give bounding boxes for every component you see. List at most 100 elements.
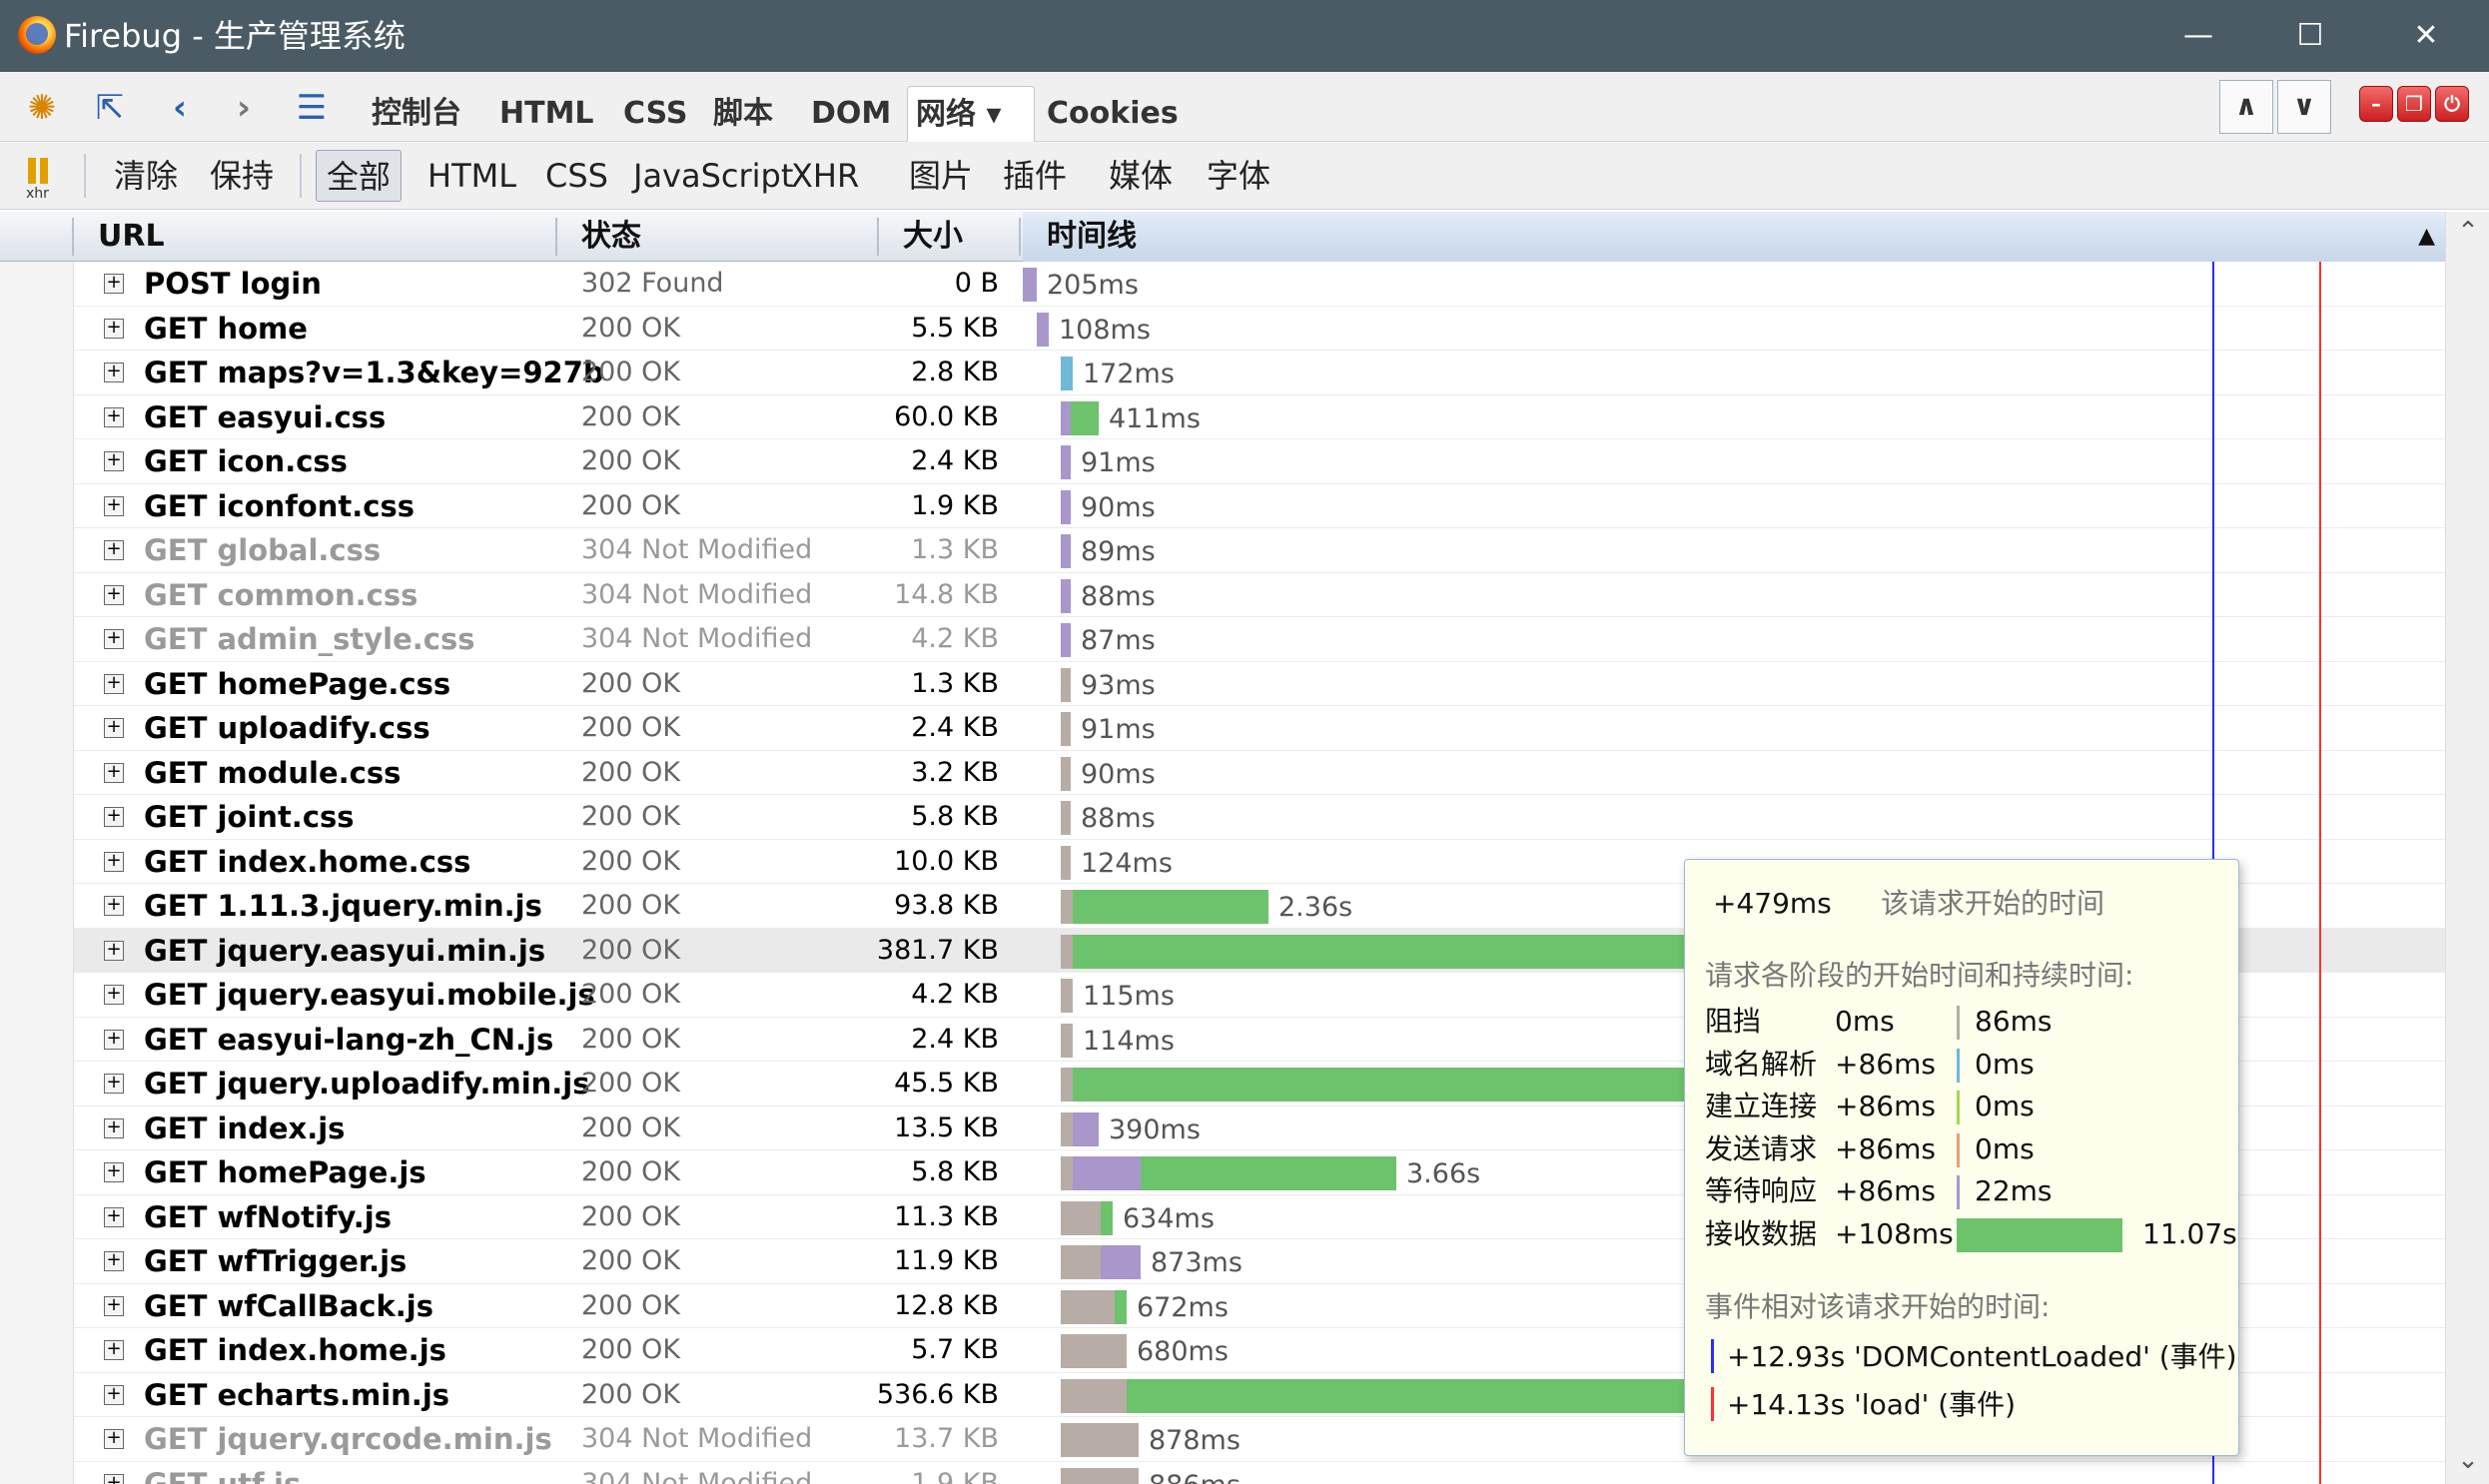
expand-icon[interactable]: + [104, 274, 124, 294]
request-row[interactable]: + GET uploadify.css 200 OK 2.4 KB 91ms [74, 706, 2445, 751]
request-row[interactable]: + GET home 200 OK 5.5 KB 108ms [74, 307, 2445, 351]
expand-icon[interactable]: + [104, 1117, 124, 1138]
expand-icon[interactable]: + [104, 495, 124, 516]
expand-icon[interactable]: + [104, 451, 124, 471]
expand-icon[interactable]: + [104, 1429, 124, 1449]
expand-icon[interactable]: + [104, 1340, 124, 1360]
tab-4[interactable]: 脚本 [705, 86, 781, 142]
search-prev-button[interactable]: ∧ [2219, 80, 2273, 134]
request-row[interactable]: + GET common.css 304 Not Modified 14.8 KB 88… [74, 573, 2445, 617]
filter-type-8[interactable]: 媒体 [1099, 150, 1183, 202]
request-row[interactable]: +GET utf.js304 Not Modified1.9 KB886ms [74, 1462, 2445, 1484]
timeline-bar-dns[interactable] [1061, 357, 1073, 390]
expand-icon[interactable]: + [104, 1295, 124, 1316]
timeline-bar-blocking[interactable] [1061, 1156, 1073, 1190]
timeline-bar-waiting[interactable] [1061, 400, 1071, 435]
timeline-bar-waiting[interactable] [1037, 312, 1049, 347]
timeline-bar-blocking[interactable] [1061, 1378, 1127, 1413]
scroll-up-icon[interactable]: ⌃ [2454, 218, 2482, 246]
request-row[interactable]: + GET global.css 304 Not Modified 1.3 KB 89m… [74, 528, 2445, 573]
timeline-bar-blocking[interactable] [1061, 1112, 1073, 1146]
filter-type-6[interactable]: 图片 [899, 150, 983, 202]
persist-button[interactable]: 保持 [200, 150, 284, 202]
timeline-bar-blocking[interactable] [1061, 934, 1073, 969]
expand-icon[interactable]: + [104, 1251, 124, 1271]
filter-type-2[interactable]: HTML [417, 150, 526, 202]
request-row[interactable]: + GET admin_style.css 304 Not Modified 4.2 … [74, 617, 2445, 662]
column-status[interactable]: 状态 [581, 212, 641, 262]
timeline-bar-blocking[interactable] [1061, 1467, 1139, 1484]
close-firebug-icon[interactable]: ⏻ [2435, 86, 2469, 122]
expand-icon[interactable]: + [104, 896, 124, 916]
timeline-bar-blocking[interactable] [1061, 1289, 1115, 1324]
expand-icon[interactable]: + [104, 363, 124, 382]
timeline-bar-waiting[interactable] [1061, 578, 1071, 613]
request-row[interactable]: + GET icon.css 200 OK 2.4 KB 91ms [74, 439, 2445, 484]
expand-icon[interactable]: + [104, 851, 124, 872]
maximize-button[interactable]: ☐ [2275, 10, 2345, 62]
tab-3[interactable]: CSS [615, 86, 695, 142]
tab-1[interactable]: 控制台 [364, 86, 469, 142]
timeline-bar-blocking[interactable] [1061, 890, 1073, 924]
expand-icon[interactable]: + [104, 406, 124, 427]
filter-type-5[interactable]: XHR [781, 150, 869, 202]
detach-firebug-icon[interactable]: ❐ [2397, 86, 2431, 122]
forward-icon[interactable]: › [222, 86, 266, 130]
timeline-bar-blocking[interactable] [1061, 845, 1071, 880]
vertical-scrollbar[interactable]: ⌃ ⌄ [2445, 212, 2489, 1484]
expand-icon[interactable]: + [104, 318, 124, 339]
timeline-bar-waiting[interactable] [1023, 268, 1037, 302]
expand-icon[interactable]: + [104, 1473, 124, 1484]
column-timeline[interactable]: 时间线 ▲ [1023, 212, 2445, 262]
filter-type-4[interactable]: JavaScript [623, 150, 803, 202]
timeline-bar-receiving[interactable] [1073, 890, 1268, 924]
timeline-bar-waiting[interactable] [1073, 1112, 1099, 1146]
tab-6[interactable]: 网络 ▾ [907, 86, 1035, 142]
timeline-bar-blocking[interactable] [1061, 1200, 1101, 1235]
expand-icon[interactable]: + [104, 1029, 124, 1050]
scroll-down-icon[interactable]: ⌄ [2454, 1446, 2482, 1474]
request-row[interactable]: + GET joint.css 200 OK 5.8 KB 88ms [74, 795, 2445, 840]
timeline-bar-blocking[interactable] [1061, 1423, 1139, 1457]
tab-5[interactable]: DOM [803, 86, 899, 142]
timeline-bar-waiting[interactable] [1061, 445, 1071, 479]
timeline-bar-receiving[interactable] [1071, 400, 1099, 435]
close-button[interactable]: ✕ [2391, 10, 2461, 62]
timeline-bar-blocking[interactable] [1061, 756, 1071, 791]
expand-icon[interactable]: + [104, 584, 124, 605]
back-icon[interactable]: ‹ [158, 86, 202, 130]
timeline-bar-waiting[interactable] [1061, 623, 1071, 657]
expand-icon[interactable]: + [104, 718, 124, 738]
request-row[interactable]: + GET module.css 200 OK 3.2 KB 90ms [74, 751, 2445, 795]
column-size[interactable]: 大小 [903, 212, 963, 262]
expand-icon[interactable]: + [104, 673, 124, 694]
timeline-bar-blocking[interactable] [1061, 801, 1071, 835]
column-url[interactable]: URL [98, 212, 165, 262]
timeline-bar-blocking[interactable] [1061, 1245, 1101, 1279]
filter-type-1[interactable]: 全部 [316, 150, 403, 202]
request-row[interactable]: + GET maps?v=1.3&key=927b 200 OK 2.8 KB 172m… [74, 351, 2445, 395]
request-row[interactable]: + GET homePage.css 200 OK 1.3 KB 93ms [74, 662, 2445, 706]
inspect-icon[interactable]: ⇱ [88, 86, 132, 130]
timeline-bar-blocking[interactable] [1061, 712, 1071, 746]
timeline-bar-waiting[interactable] [1061, 489, 1071, 524]
expand-icon[interactable]: + [104, 1206, 124, 1227]
minimize-firebug-icon[interactable]: – [2359, 86, 2393, 122]
timeline-bar-waiting[interactable] [1061, 534, 1071, 568]
search-next-button[interactable]: ∨ [2277, 80, 2331, 134]
filter-type-7[interactable]: 插件 [993, 150, 1077, 202]
command-editor-icon[interactable]: ☰ [290, 86, 334, 130]
request-row[interactable]: + GET iconfont.css 200 OK 1.9 KB 90ms [74, 484, 2445, 528]
expand-icon[interactable]: + [104, 762, 124, 783]
expand-icon[interactable]: + [104, 807, 124, 827]
request-row[interactable]: + POST login 302 Found 0 B 205ms [74, 262, 2445, 307]
timeline-bar-waiting[interactable] [1073, 1156, 1141, 1190]
timeline-bar-receiving[interactable] [1115, 1289, 1127, 1324]
expand-icon[interactable]: + [104, 540, 124, 560]
timeline-bar-receiving[interactable] [1141, 1156, 1396, 1190]
expand-icon[interactable]: + [104, 629, 124, 649]
minimize-button[interactable]: — [2163, 10, 2233, 62]
timeline-bar-waiting[interactable] [1101, 1245, 1141, 1279]
expand-icon[interactable]: + [104, 940, 124, 961]
expand-icon[interactable]: + [104, 1384, 124, 1405]
